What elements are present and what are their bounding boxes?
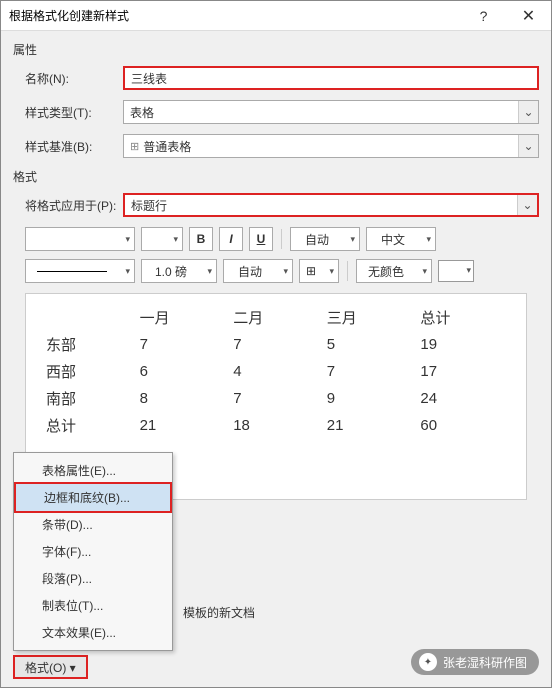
font-size-combo[interactable]: ▾ <box>141 227 183 251</box>
table-row: 南部87924 <box>42 385 510 412</box>
col-header: 二月 <box>229 304 323 331</box>
bold-button[interactable]: B <box>189 227 213 251</box>
italic-button[interactable]: I <box>219 227 243 251</box>
titlebar: 根据格式化创建新样式 ? ✕ <box>1 1 551 31</box>
label-type: 样式类型(T): <box>13 104 123 121</box>
template-note: 模板的新文档 <box>183 604 255 621</box>
section-properties: 属性 <box>13 41 539 58</box>
fill-color-combo[interactable]: 无颜色▾ <box>356 259 432 283</box>
table-icon: ⊞ <box>130 140 139 153</box>
row-type: 样式类型(T): 表格⌄ <box>13 100 539 124</box>
menu-font[interactable]: 字体(F)... <box>14 538 172 565</box>
wechat-icon: ✦ <box>419 653 437 671</box>
format-menu: 表格属性(E)... 边框和底纹(B)... 条带(D)... 字体(F)...… <box>13 452 173 651</box>
line-style-combo[interactable]: ▾ <box>25 259 135 283</box>
separator <box>281 229 282 249</box>
chevron-down-icon: ⌄ <box>518 101 538 123</box>
font-toolbar: ▾ ▾ B I U 自动▾ 中文▾ <box>25 227 539 251</box>
table-row: 东部77519 <box>42 331 510 358</box>
watermark: ✦ 张老湿科研作图 <box>411 649 539 675</box>
row-base: 样式基准(B): ⊞普通表格⌄ <box>13 134 539 158</box>
font-color-combo[interactable]: 自动▾ <box>290 227 360 251</box>
color-swatch[interactable]: ▾ <box>438 260 474 282</box>
separator <box>347 261 348 281</box>
dialog-title: 根据格式化创建新样式 <box>9 7 461 24</box>
help-button[interactable]: ? <box>461 1 506 31</box>
menu-text-effects[interactable]: 文本效果(E)... <box>14 619 172 646</box>
lang-combo[interactable]: 中文▾ <box>366 227 436 251</box>
col-header: 总计 <box>416 304 510 331</box>
table-row: 总计21182160 <box>42 412 510 439</box>
row-name: 名称(N): 三线表 <box>13 66 539 90</box>
label-apply: 将格式应用于(P): <box>13 197 123 214</box>
dialog-body: 属性 名称(N): 三线表 样式类型(T): 表格⌄ 样式基准(B): ⊞普通表… <box>1 31 551 687</box>
col-header: 一月 <box>136 304 230 331</box>
chevron-down-icon: ⌄ <box>517 195 537 215</box>
label-base: 样式基准(B): <box>13 138 123 155</box>
chevron-down-icon: ⌄ <box>518 135 538 157</box>
menu-border-shading[interactable]: 边框和底纹(B)... <box>14 482 172 513</box>
line-weight-combo[interactable]: 1.0 磅▾ <box>141 259 217 283</box>
col-header <box>42 304 136 331</box>
section-format: 格式 <box>13 168 539 185</box>
preview-table: 一月 二月 三月 总计 东部77519 西部64717 南部87924 总计21… <box>42 304 510 439</box>
menu-tabs[interactable]: 制表位(T)... <box>14 592 172 619</box>
font-family-combo[interactable]: ▾ <box>25 227 135 251</box>
menu-paragraph[interactable]: 段落(P)... <box>14 565 172 592</box>
border-toolbar: ▾ 1.0 磅▾ 自动▾ ⊞▾ 无颜色▾ ▾ <box>25 259 539 283</box>
close-button[interactable]: ✕ <box>506 1 551 31</box>
underline-button[interactable]: U <box>249 227 273 251</box>
border-preset-combo[interactable]: ⊞▾ <box>299 259 339 283</box>
line-color-combo[interactable]: 自动▾ <box>223 259 293 283</box>
grid-icon: ⊞ <box>306 264 316 278</box>
name-input[interactable]: 三线表 <box>123 66 539 90</box>
menu-banding[interactable]: 条带(D)... <box>14 511 172 538</box>
menu-table-props[interactable]: 表格属性(E)... <box>14 457 172 484</box>
table-row: 西部64717 <box>42 358 510 385</box>
apply-combo[interactable]: 标题行⌄ <box>123 193 539 217</box>
dialog: 根据格式化创建新样式 ? ✕ 属性 名称(N): 三线表 样式类型(T): 表格… <box>0 0 552 688</box>
type-combo[interactable]: 表格⌄ <box>123 100 539 124</box>
format-button[interactable]: 格式(O) ▾ <box>13 655 88 679</box>
row-apply: 将格式应用于(P): 标题行⌄ <box>13 193 539 217</box>
col-header: 三月 <box>323 304 417 331</box>
base-combo[interactable]: ⊞普通表格⌄ <box>123 134 539 158</box>
label-name: 名称(N): <box>13 70 123 87</box>
